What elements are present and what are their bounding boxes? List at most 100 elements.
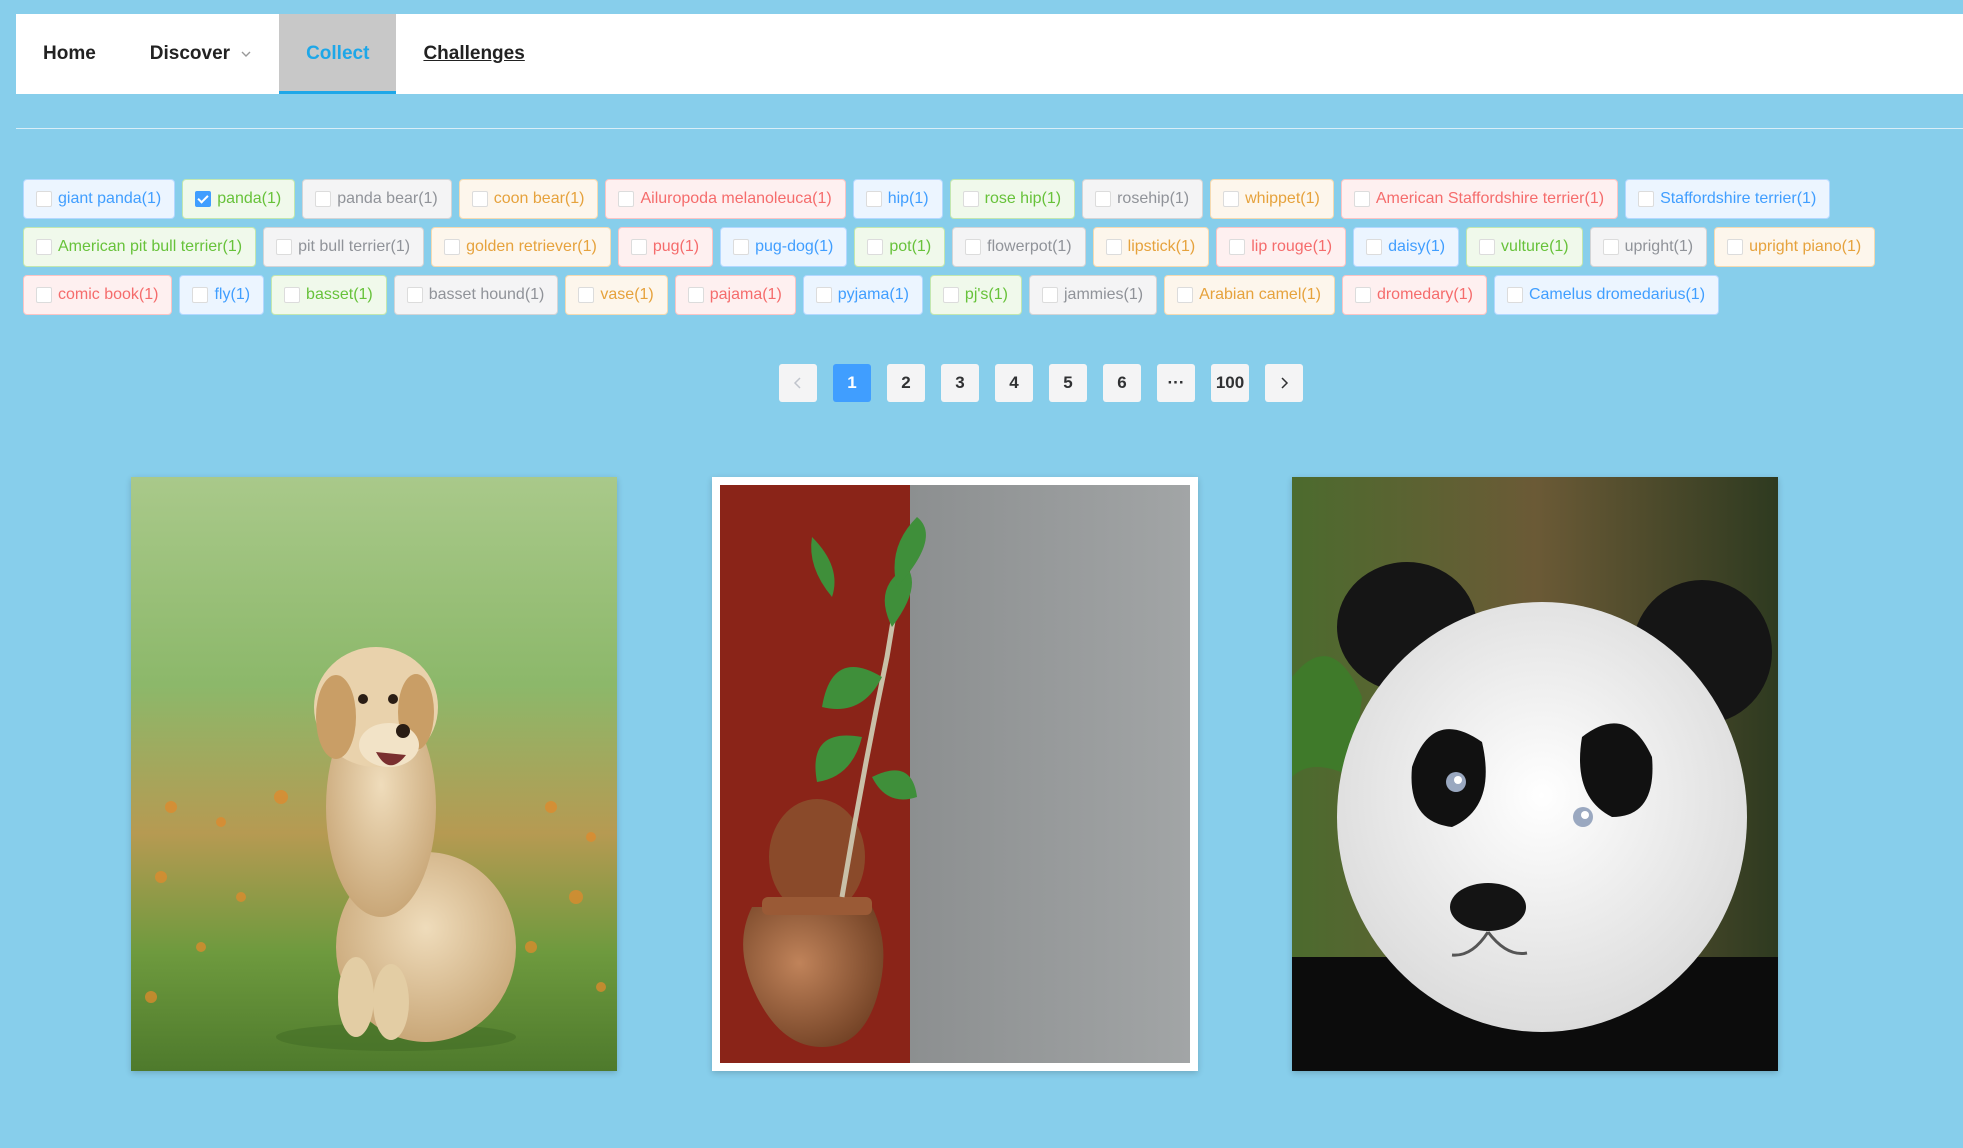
tag-checkbox-checked[interactable] [195, 191, 212, 207]
tag-label: upright piano(1) [1749, 238, 1862, 255]
tag-checkbox[interactable] [965, 239, 982, 255]
tag-checkbox[interactable] [1354, 287, 1371, 303]
tag-checkbox[interactable] [1479, 239, 1496, 255]
image-card-panda[interactable] [1292, 477, 1778, 1071]
tag-checkbox[interactable] [578, 287, 595, 303]
tag-filter[interactable]: upright piano(1) [1714, 227, 1876, 267]
pagination: 1 2 3 4 5 6 ··· 100 [779, 364, 1303, 402]
page-button[interactable]: 100 [1211, 364, 1249, 402]
tag-label: pj's(1) [964, 286, 1008, 303]
tag-filter[interactable]: hip(1) [852, 179, 943, 219]
tag-filter[interactable]: Camelus dromedarius(1) [1493, 275, 1720, 315]
tag-checkbox[interactable] [36, 191, 52, 207]
tag-filter[interactable]: vulture(1) [1466, 227, 1583, 267]
image-card-puppy[interactable] [131, 477, 617, 1071]
nav-discover[interactable]: Discover [123, 14, 279, 94]
tag-checkbox[interactable] [1366, 239, 1383, 255]
tag-label: vulture(1) [1501, 238, 1569, 255]
tag-checkbox[interactable] [1727, 239, 1744, 255]
tag-checkbox[interactable] [867, 239, 884, 255]
tag-checkbox[interactable] [815, 287, 832, 303]
tag-filter[interactable]: rose hip(1) [949, 179, 1076, 219]
image-card-flowerpot[interactable] [712, 477, 1198, 1071]
tag-filter[interactable]: basset(1) [271, 275, 387, 315]
tag-label: basset hound(1) [428, 286, 545, 303]
tag-checkbox[interactable] [1229, 239, 1246, 255]
tag-checkbox[interactable] [471, 191, 488, 207]
tag-checkbox[interactable] [1638, 191, 1655, 207]
tag-checkbox[interactable] [733, 239, 750, 255]
tag-filter[interactable]: pug(1) [617, 227, 714, 267]
tag-checkbox[interactable] [1353, 191, 1370, 207]
tag-checkbox[interactable] [444, 239, 461, 255]
nav-home[interactable]: Home [16, 14, 123, 94]
tag-filter[interactable]: pyjama(1) [802, 275, 923, 315]
tag-filter[interactable]: Staffordshire terrier(1) [1625, 179, 1831, 219]
tag-checkbox[interactable] [284, 287, 301, 303]
tag-filter[interactable]: flowerpot(1) [952, 227, 1086, 267]
tag-filter[interactable]: rosehip(1) [1082, 179, 1204, 219]
tag-checkbox[interactable] [630, 239, 647, 255]
tag-filter[interactable]: fly(1) [179, 275, 265, 315]
tag-filter[interactable]: panda bear(1) [302, 179, 452, 219]
tag-filter[interactable]: whippet(1) [1210, 179, 1334, 219]
tag-checkbox[interactable] [1177, 287, 1194, 303]
tag-filter[interactable]: dromedary(1) [1341, 275, 1487, 315]
tag-checkbox[interactable] [687, 287, 704, 303]
tag-filter[interactable]: lipstick(1) [1092, 227, 1210, 267]
page-button[interactable]: 1 [833, 364, 871, 402]
tag-label: Arabian camel(1) [1199, 286, 1321, 303]
tag-filter[interactable]: pug-dog(1) [720, 227, 848, 267]
tag-filter[interactable]: jammies(1) [1028, 275, 1158, 315]
tag-filter[interactable]: pj's(1) [929, 275, 1022, 315]
tag-filter[interactable]: daisy(1) [1353, 227, 1460, 267]
tag-checkbox[interactable] [962, 191, 979, 207]
tag-checkbox[interactable] [618, 191, 635, 207]
tag-checkbox[interactable] [1105, 239, 1122, 255]
tag-checkbox[interactable] [1506, 287, 1523, 303]
tag-filter[interactable]: golden retriever(1) [431, 227, 611, 267]
tag-label: giant panda(1) [58, 190, 162, 207]
page-button[interactable]: 4 [995, 364, 1033, 402]
tag-checkbox[interactable] [942, 287, 959, 303]
tag-filter[interactable]: pit bull terrier(1) [263, 227, 425, 267]
tag-filter[interactable]: comic book(1) [23, 275, 173, 315]
tag-checkbox[interactable] [192, 287, 209, 303]
page-button[interactable]: 2 [887, 364, 925, 402]
tag-checkbox[interactable] [1602, 239, 1619, 255]
page-button[interactable]: 5 [1049, 364, 1087, 402]
tag-label: Camelus dromedarius(1) [1528, 286, 1706, 303]
tag-filter[interactable]: American Staffordshire terrier(1) [1340, 179, 1619, 219]
page-button[interactable]: 6 [1103, 364, 1141, 402]
nav-challenges[interactable]: Challenges [396, 14, 551, 94]
tag-filter[interactable]: coon bear(1) [458, 179, 599, 219]
tag-filter[interactable]: pot(1) [854, 227, 946, 267]
tag-checkbox[interactable] [315, 191, 332, 207]
tag-filter[interactable]: giant panda(1) [23, 179, 176, 219]
chevron-right-icon [1281, 377, 1289, 389]
tag-checkbox[interactable] [1095, 191, 1112, 207]
tag-filter[interactable]: basset hound(1) [393, 275, 559, 315]
tag-filter[interactable]: lip rouge(1) [1216, 227, 1347, 267]
tag-checkbox[interactable] [36, 239, 52, 255]
tag-filter[interactable]: Arabian camel(1) [1164, 275, 1335, 315]
tag-filter[interactable]: American pit bull terrier(1) [23, 227, 257, 267]
tag-label: comic book(1) [58, 286, 159, 303]
tag-checkbox[interactable] [865, 191, 882, 207]
tag-checkbox[interactable] [406, 287, 423, 303]
tag-filter[interactable]: Ailuropoda melanoleuca(1) [605, 179, 846, 219]
tag-label: pit bull terrier(1) [298, 238, 411, 255]
tag-checkbox[interactable] [1041, 287, 1058, 303]
next-page-button[interactable] [1265, 364, 1303, 402]
nav-collect[interactable]: Collect [279, 14, 397, 94]
tag-filter[interactable]: vase(1) [565, 275, 668, 315]
prev-page-button[interactable] [779, 364, 817, 402]
page-button[interactable]: 3 [941, 364, 979, 402]
tag-filter[interactable]: pajama(1) [674, 275, 796, 315]
tag-filter[interactable]: panda(1) [182, 179, 296, 219]
tag-filter[interactable]: upright(1) [1589, 227, 1708, 267]
page-ellipsis[interactable]: ··· [1157, 364, 1195, 402]
tag-checkbox[interactable] [36, 287, 52, 303]
tag-checkbox[interactable] [276, 239, 293, 255]
tag-checkbox[interactable] [1223, 191, 1240, 207]
